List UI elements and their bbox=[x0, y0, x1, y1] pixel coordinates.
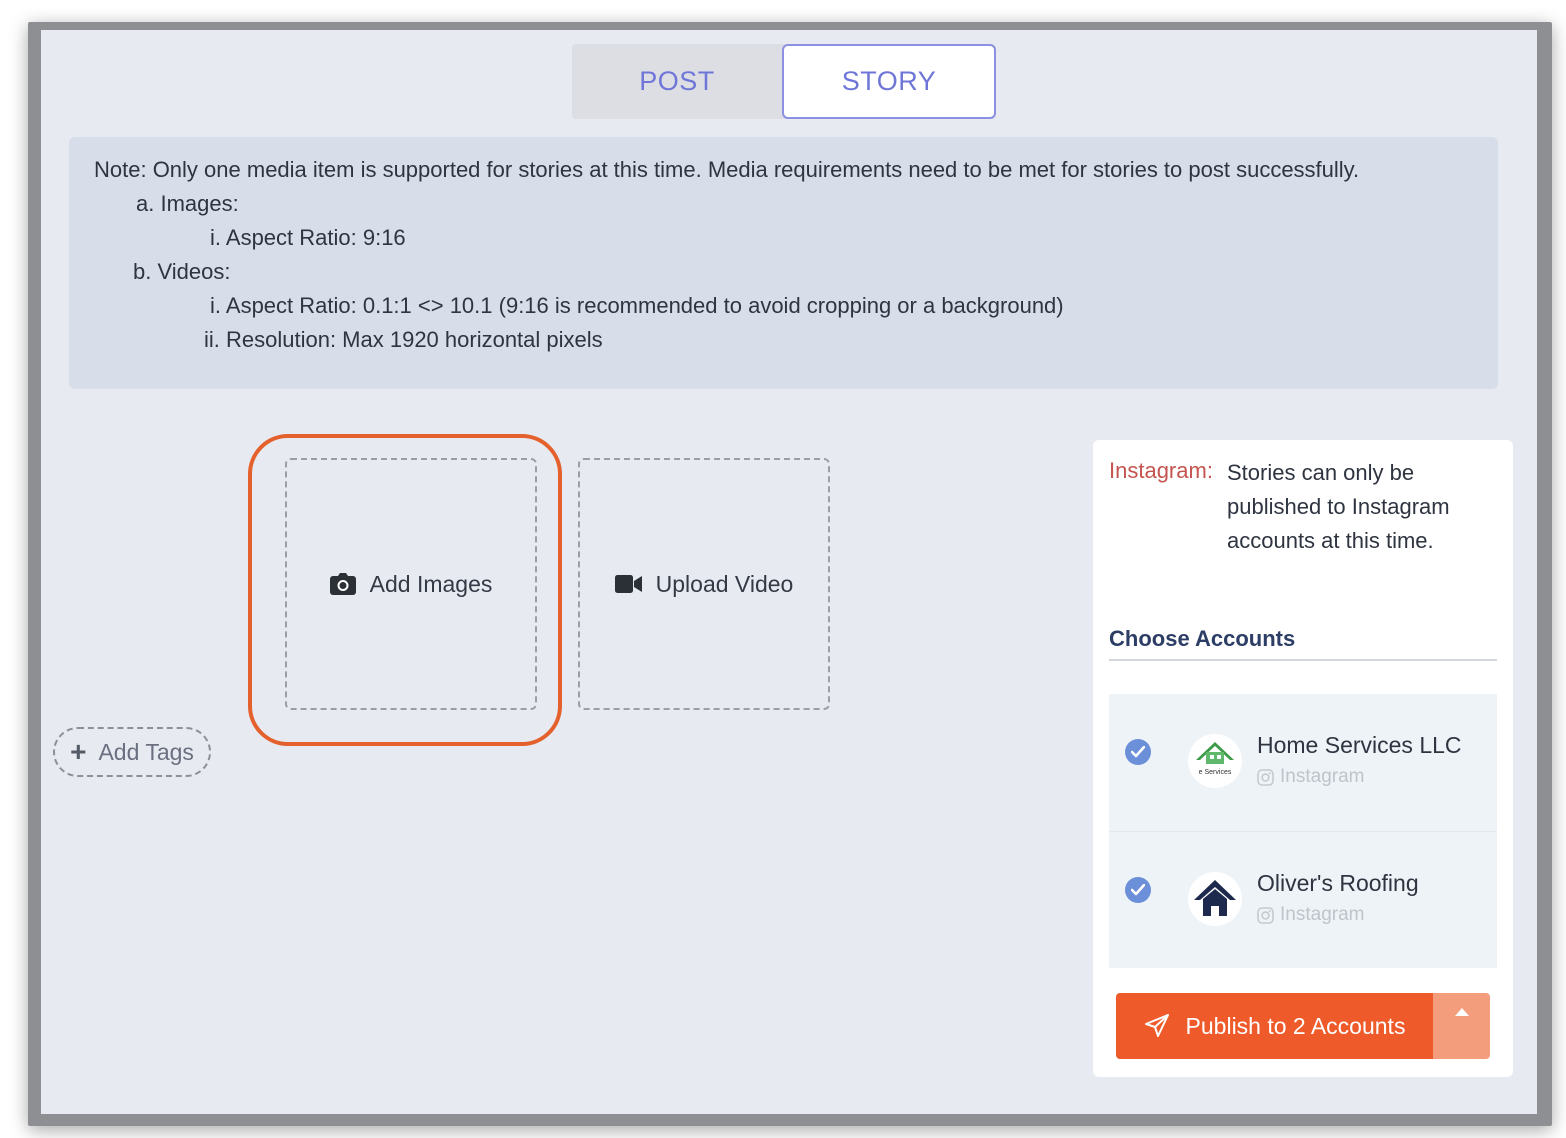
account-name: Oliver's Roofing bbox=[1257, 870, 1419, 896]
publish-button-group: Publish to 2 Accounts bbox=[1116, 993, 1490, 1059]
upload-video-label: Upload Video bbox=[655, 570, 794, 597]
note-videos-heading: b. Videos: bbox=[133, 259, 231, 284]
instagram-icon bbox=[1257, 906, 1274, 924]
note-videos-aspect: i. Aspect Ratio: 0.1:1 <> 10.1 (9:16 is … bbox=[210, 293, 1064, 318]
checkmark-icon[interactable] bbox=[1125, 739, 1151, 765]
plus-icon: + bbox=[70, 736, 87, 767]
add-tags-label: Add Tags bbox=[98, 738, 194, 765]
post-type-tabs: POST STORY bbox=[572, 44, 996, 119]
account-network: Instagram bbox=[1257, 766, 1364, 788]
paper-plane-icon bbox=[1144, 1014, 1169, 1037]
account-logo-house-icon: e Services bbox=[1188, 734, 1242, 788]
publish-label: Publish to 2 Accounts bbox=[1185, 1012, 1406, 1039]
caret-up-icon bbox=[1454, 1008, 1469, 1016]
focus-highlight-ring bbox=[248, 434, 562, 746]
upload-video-dropzone[interactable]: Upload Video bbox=[578, 458, 830, 710]
tab-post[interactable]: POST bbox=[572, 44, 782, 119]
note-videos-resolution: ii. Resolution: Max 1920 horizontal pixe… bbox=[204, 327, 603, 352]
account-network-label: Instagram bbox=[1280, 904, 1365, 925]
account-network: Instagram bbox=[1257, 904, 1364, 926]
platform-label: Instagram: bbox=[1109, 458, 1213, 483]
instagram-icon bbox=[1257, 768, 1274, 786]
video-camera-icon bbox=[614, 575, 642, 593]
tab-story[interactable]: STORY bbox=[782, 44, 996, 119]
note-images-heading: a. Images: bbox=[136, 191, 239, 216]
accounts-panel: Instagram: Stories can only be published… bbox=[1093, 440, 1513, 1077]
platform-message: Stories can only be published to Instagr… bbox=[1227, 460, 1450, 553]
account-item-olivers-roofing[interactable]: Oliver's Roofing Instagram bbox=[1109, 831, 1497, 967]
publish-options-toggle[interactable] bbox=[1433, 993, 1490, 1059]
account-list: e Services Home Services LLC Instagram O… bbox=[1109, 694, 1497, 968]
choose-accounts-heading: Choose Accounts bbox=[1109, 626, 1296, 651]
add-tags-button[interactable]: + Add Tags bbox=[53, 727, 211, 777]
account-logo-text: e Services bbox=[1199, 769, 1232, 776]
account-item-home-services[interactable]: e Services Home Services LLC Instagram bbox=[1109, 694, 1497, 830]
note-images-aspect: i. Aspect Ratio: 9:16 bbox=[210, 225, 406, 250]
note-intro: Note: Only one media item is supported f… bbox=[94, 157, 1360, 182]
checkmark-icon[interactable] bbox=[1125, 877, 1151, 903]
publish-button[interactable]: Publish to 2 Accounts bbox=[1116, 993, 1433, 1059]
account-name: Home Services LLC bbox=[1257, 732, 1462, 758]
story-requirements-note: Note: Only one media item is supported f… bbox=[69, 137, 1498, 389]
account-network-label: Instagram bbox=[1280, 766, 1365, 787]
account-logo-house-icon bbox=[1188, 872, 1242, 926]
section-divider bbox=[1109, 659, 1497, 661]
